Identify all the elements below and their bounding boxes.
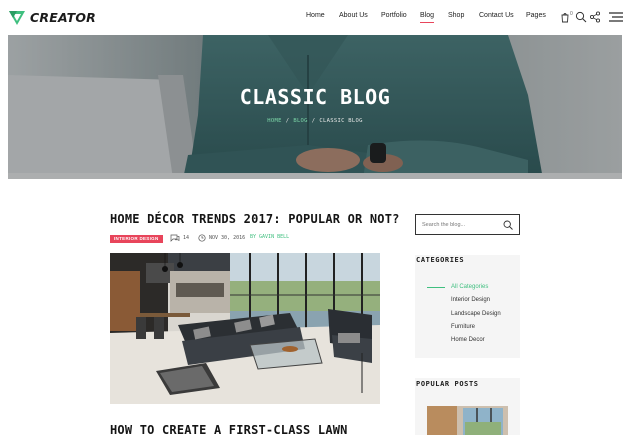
nav-item-about-us[interactable]: About Us — [339, 12, 368, 19]
cart-count-badge: 0 — [570, 11, 573, 17]
post-date-text: NOV 30, 2016 — [209, 235, 246, 241]
post-author-prefix: BY — [250, 234, 257, 240]
post-author-name[interactable]: GAVIN BELL — [259, 234, 289, 240]
post-comments[interactable]: 14 — [170, 234, 189, 242]
comments-icon — [170, 234, 180, 242]
search-input[interactable] — [422, 220, 502, 230]
category-interior-design[interactable]: Interior Design — [451, 297, 490, 303]
post-featured-image[interactable] — [110, 253, 380, 404]
search-icon[interactable] — [503, 220, 513, 230]
post-meta: INTERIOR DESIGN — [110, 234, 163, 243]
nav-item-shop[interactable]: Shop — [448, 12, 464, 19]
breadcrumb-separator: / — [285, 118, 290, 124]
share-icon[interactable] — [589, 11, 601, 23]
post-category-tag[interactable]: INTERIOR DESIGN — [110, 234, 163, 243]
post-comments-count: 14 — [183, 235, 190, 241]
active-category-indicator — [427, 287, 445, 288]
post-date: NOV 30, 2016 — [198, 234, 245, 242]
categories-title: CATEGORIES — [416, 256, 465, 264]
logo-text: CREATOR — [30, 9, 96, 25]
nav-item-contact-us[interactable]: Contact Us — [479, 12, 514, 19]
nav-item-pages[interactable]: Pages — [526, 12, 546, 19]
post-author: BY GAVIN BELL — [250, 234, 289, 240]
post-title[interactable]: HOW TO CREATE A FIRST-CLASS LAWN — [110, 423, 348, 435]
post-title[interactable]: HOME DÉCOR TRENDS 2017: POPULAR OR NOT? — [110, 212, 400, 226]
breadcrumb-current: CLASSIC BLOG — [319, 118, 363, 124]
breadcrumb-blog[interactable]: BLOG — [293, 118, 307, 124]
menu-icon[interactable] — [609, 11, 623, 23]
logo[interactable]: CREATOR — [8, 8, 96, 26]
page-title: CLASSIC BLOG — [239, 85, 391, 109]
nav-item-blog[interactable]: Blog — [420, 12, 435, 23]
nav-item-home[interactable]: Home — [306, 12, 325, 19]
popular-post-thumbnail[interactable] — [427, 406, 508, 435]
living-room-photo — [110, 253, 380, 404]
breadcrumb-home[interactable]: HOME — [267, 118, 281, 124]
category-landscape-design[interactable]: Landscape Design — [451, 311, 501, 317]
category-home-decor[interactable]: Home Decor — [451, 337, 485, 343]
nav-item-portfolio[interactable]: Portfolio — [381, 12, 407, 19]
breadcrumb-separator: / — [311, 118, 316, 124]
popular-post-photo — [427, 406, 508, 435]
popular-posts-title: POPULAR POSTS — [416, 380, 479, 388]
page-hero: CLASSIC BLOG HOME / BLOG / CLASSIC BLOG — [8, 35, 622, 179]
sidebar-search — [415, 214, 520, 235]
category-all-categories[interactable]: All Categories — [451, 284, 488, 290]
logo-mark-icon — [9, 11, 25, 25]
breadcrumb: HOME / BLOG / CLASSIC BLOG — [8, 118, 622, 124]
clock-icon — [198, 234, 206, 242]
category-furniture[interactable]: Furniture — [451, 324, 475, 330]
search-icon[interactable] — [575, 11, 587, 23]
site-header: CREATOR Home About Us Portfolio Blog Sho… — [0, 0, 630, 35]
